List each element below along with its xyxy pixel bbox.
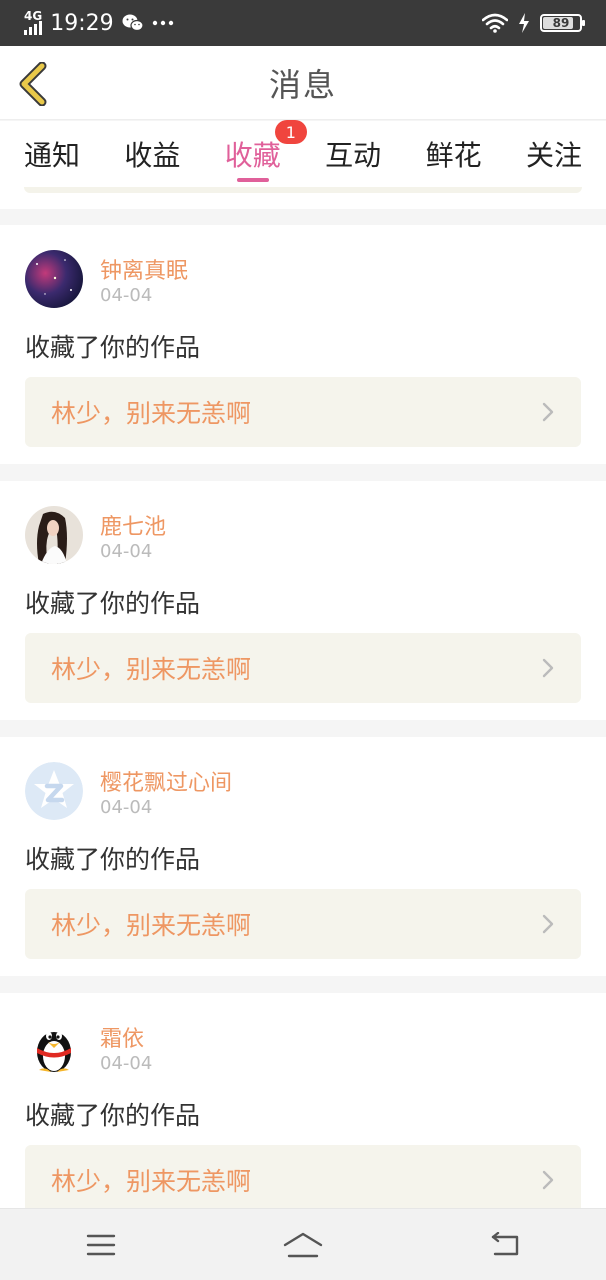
unread-badge: 1 [274,120,307,144]
tab-label: 通知 [24,139,81,172]
back-nav-button[interactable] [475,1220,535,1270]
list-item: 霜依 04-04 收藏了你的作品 林少，别来无恙啊 [0,993,606,1232]
wechat-icon [122,14,144,32]
menu-button[interactable] [71,1220,131,1270]
list-item: 钟离真眠 04-04 收藏了你的作品 林少，别来无恙啊 [0,225,606,464]
avatar[interactable] [25,506,83,564]
tab-label: 互动 [325,139,382,172]
home-button[interactable] [273,1220,333,1270]
wifi-icon [482,13,508,33]
avatar[interactable] [25,250,83,308]
username[interactable]: 樱花飘过心间 [100,765,232,797]
charging-icon [519,13,529,33]
tab-flowers[interactable]: 鲜花 [426,126,482,182]
avatar[interactable] [25,1018,83,1076]
menu-icon [86,1234,116,1255]
battery-icon: 89 [540,14,585,32]
work-title: 林少，别来无恙啊 [51,655,252,684]
tab-notifications[interactable]: 通知 [24,126,80,182]
tab-label: 鲜花 [425,139,482,172]
tab-label: 关注 [525,139,582,172]
chevron-right-icon [542,402,554,422]
chevron-right-icon [542,1170,554,1190]
list-item: 鹿七池 04-04 收藏了你的作品 林少，别来无恙啊 [0,481,606,720]
tab-bar: 通知 收益 收藏 1 互动 鲜花 关注 [0,120,606,187]
action-text: 收藏了你的作品 [25,845,201,874]
username[interactable]: 鹿七池 [100,509,166,541]
signal-icon: 4G [24,9,43,35]
previous-card-remnant [0,187,606,209]
timestamp: 04-04 [100,797,153,818]
tab-earnings[interactable]: 收益 [124,126,180,182]
more-icon [152,20,173,26]
network-type: 4G [24,9,43,23]
action-text: 收藏了你的作品 [25,589,201,618]
status-time: 19:29 [50,10,114,36]
timestamp: 04-04 [100,541,153,562]
active-tab-indicator [236,178,269,182]
work-link[interactable]: 林少，别来无恙啊 [25,1145,581,1215]
chevron-right-icon [542,914,554,934]
back-icon [491,1231,519,1255]
list-item: 樱花飘过心间 04-04 收藏了你的作品 林少，别来无恙啊 [0,737,606,976]
work-title: 林少，别来无恙啊 [51,399,252,428]
username[interactable]: 霜依 [100,1021,144,1053]
chevron-left-icon [19,61,47,107]
page-title: 消息 [268,65,337,104]
username[interactable]: 钟离真眠 [100,253,188,285]
work-title: 林少，别来无恙啊 [51,1167,252,1196]
system-nav-bar [0,1208,606,1280]
avatar[interactable] [25,762,83,820]
tab-label: 收益 [124,139,181,172]
work-link[interactable]: 林少，别来无恙啊 [25,889,581,959]
work-link[interactable]: 林少，别来无恙啊 [25,633,581,703]
tab-follows[interactable]: 关注 [526,126,582,182]
tab-label: 收藏 [224,139,281,172]
back-button[interactable] [16,61,50,107]
work-title: 林少，别来无恙啊 [51,911,252,940]
header: 消息 [0,46,606,120]
status-bar: 4G 19:29 89 [0,0,606,46]
timestamp: 04-04 [100,1053,153,1074]
battery-level: 89 [552,16,570,30]
action-text: 收藏了你的作品 [25,1101,201,1130]
work-link[interactable]: 林少，别来无恙啊 [25,377,581,447]
action-text: 收藏了你的作品 [25,333,201,362]
tab-favorites[interactable]: 收藏 1 [224,120,307,182]
timestamp: 04-04 [100,285,153,306]
tab-interactions[interactable]: 互动 [325,126,381,182]
home-icon [283,1232,323,1257]
chevron-right-icon [542,658,554,678]
